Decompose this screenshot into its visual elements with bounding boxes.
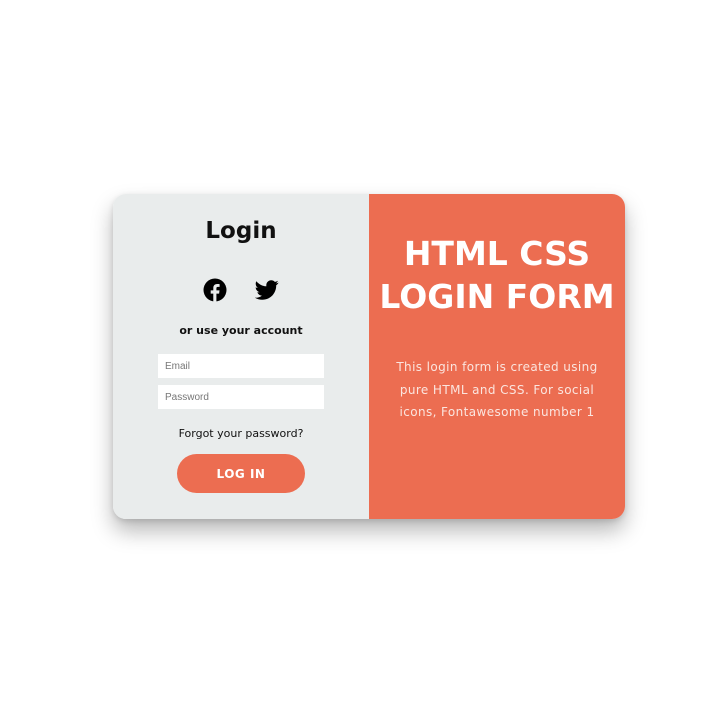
email-field[interactable] xyxy=(158,354,324,378)
login-title: Login xyxy=(205,218,277,244)
login-panel: Login or use your account Forgot your pa… xyxy=(113,194,369,519)
login-card: Login or use your account Forgot your pa… xyxy=(113,194,625,519)
forgot-password-link[interactable]: Forgot your password? xyxy=(113,427,369,440)
login-button[interactable]: LOG IN xyxy=(177,454,305,493)
hero-title-line: HTML CSS xyxy=(403,234,591,273)
info-description: This login form is created using pure HT… xyxy=(383,356,611,424)
hero-title: HTML CSS LOGIN FORM xyxy=(369,232,625,318)
hero-title-line: LOGIN FORM xyxy=(379,277,615,316)
info-panel: HTML CSS LOGIN FORM This login form is c… xyxy=(369,194,625,519)
twitter-icon[interactable] xyxy=(255,278,279,302)
password-field[interactable] xyxy=(158,385,324,409)
description-line: This login form is created using xyxy=(396,360,598,374)
description-line: pure HTML and CSS. For social xyxy=(399,382,595,397)
alt-login-text: or use your account xyxy=(179,324,303,337)
social-login-group xyxy=(113,278,369,302)
description-line: icons, Fontawesome number 1 xyxy=(399,405,595,419)
facebook-icon[interactable] xyxy=(203,278,227,302)
